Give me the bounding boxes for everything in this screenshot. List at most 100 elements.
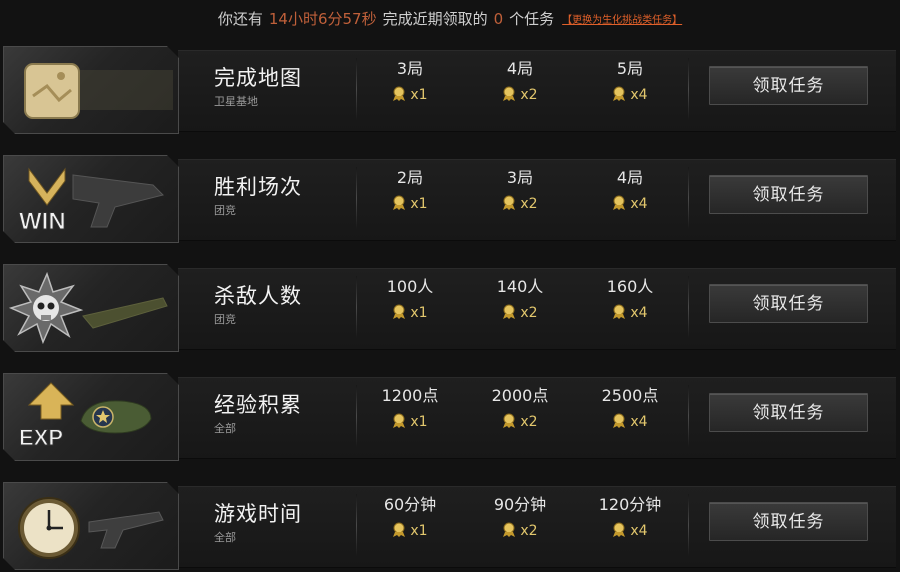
reward-multiplier: x1 [410, 196, 428, 212]
tier-requirement: 140人 [496, 277, 544, 296]
task-count: 0 [493, 10, 504, 28]
reward-multiplier: x4 [630, 87, 648, 103]
reward-tier: 160人 x4 [580, 276, 680, 322]
divider [356, 276, 357, 338]
reward-tier: 60分钟 x1 [360, 494, 460, 540]
divider [688, 58, 689, 120]
reward-tier: 4局 x2 [470, 58, 570, 104]
medal-icon [393, 86, 406, 101]
tier-requirement: 4局 [616, 168, 644, 187]
tier-requirement: 1200点 [381, 386, 439, 405]
mission-row: 游戏时间 全部 60分钟 x1 90分钟 x2 120分钟 x4 领取任务 [0, 482, 900, 572]
reward-multiplier: x2 [520, 305, 538, 321]
mission-row: EXP 经验积累 全部 1200点 x1 2000点 x2 2500点 x4 领… [0, 373, 900, 463]
mission-subtitle: 团竞 [214, 204, 236, 217]
reward-tier: 2局 x1 [360, 167, 460, 213]
mission-row: 完成地图 卫星基地 3局 x1 4局 x2 5局 x4 领取任务 [0, 46, 900, 136]
divider [688, 385, 689, 447]
divider [688, 494, 689, 556]
mission-row: WIN 胜利场次 团竞 2局 x1 3局 x2 4局 x4 领取任务 [0, 155, 900, 245]
tier-requirement: 120分钟 [598, 495, 662, 514]
reward-multiplier: x4 [630, 196, 648, 212]
mission-title: 杀敌人数 [214, 284, 302, 308]
mission-thumbnail: WIN [3, 155, 179, 243]
mission-title: 完成地图 [214, 66, 302, 90]
exp-label: EXP [19, 425, 63, 450]
mission-row: 杀敌人数 团竞 100人 x1 140人 x2 160人 x4 领取任务 [0, 264, 900, 354]
map-icon [24, 63, 173, 119]
reward-tier: 4局 x4 [580, 167, 680, 213]
reward-multiplier: x1 [410, 305, 428, 321]
reward-tier: 90分钟 x2 [470, 494, 570, 540]
mission-title: 游戏时间 [214, 502, 302, 526]
reward-tier: 2500点 x4 [580, 385, 680, 431]
mission-subtitle: 全部 [214, 422, 236, 435]
divider [688, 276, 689, 338]
medal-icon [613, 413, 626, 428]
reward-tier: 120分钟 x4 [580, 494, 680, 540]
divider [688, 167, 689, 229]
reward-multiplier: x2 [520, 196, 538, 212]
reward-multiplier: x2 [520, 87, 538, 103]
reward-tier: 5局 x4 [580, 58, 680, 104]
tier-requirement: 100人 [386, 277, 434, 296]
mission-thumbnail [3, 482, 179, 570]
divider [356, 385, 357, 447]
medal-icon [503, 304, 516, 319]
medal-icon [503, 86, 516, 101]
status-middle: 完成近期领取的 [382, 10, 488, 28]
reward-multiplier: x1 [410, 523, 428, 539]
tier-requirement: 160人 [606, 277, 654, 296]
tier-requirement: 3局 [506, 168, 534, 187]
tier-requirement: 60分钟 [383, 495, 437, 514]
reward-multiplier: x2 [520, 523, 538, 539]
reward-multiplier: x4 [630, 305, 648, 321]
reward-tier: 3局 x2 [470, 167, 570, 213]
win-icon: WIN [19, 167, 164, 236]
medal-icon [613, 86, 626, 101]
medal-icon [613, 522, 626, 537]
claim-mission-button[interactable]: 领取任务 [709, 66, 868, 105]
clock-icon [18, 497, 164, 559]
status-suffix: 个任务 [509, 10, 555, 28]
mission-title: 胜利场次 [214, 175, 302, 199]
time-remaining: 14小时6分57秒 [268, 10, 377, 28]
win-label: WIN [19, 208, 66, 235]
medal-icon [393, 304, 406, 319]
medal-icon [503, 195, 516, 210]
tier-requirement: 90分钟 [493, 495, 547, 514]
reward-multiplier: x1 [410, 87, 428, 103]
mission-subtitle: 卫星基地 [214, 95, 258, 108]
mission-status-bar: 你还有 14小时6分57秒 完成近期领取的 0 个任务 【更换为生化挑战类任务】 [0, 0, 900, 38]
medal-icon [393, 195, 406, 210]
tier-requirement: 2000点 [491, 386, 549, 405]
medal-icon [503, 522, 516, 537]
mission-thumbnail: EXP [3, 373, 179, 461]
claim-mission-button[interactable]: 领取任务 [709, 175, 868, 214]
tier-requirement: 2500点 [601, 386, 659, 405]
reward-tier: 140人 x2 [470, 276, 570, 322]
reward-multiplier: x2 [520, 414, 538, 430]
reward-tier: 2000点 x2 [470, 385, 570, 431]
tier-requirement: 5局 [616, 59, 644, 78]
switch-mission-type-link[interactable]: 【更换为生化挑战类任务】 [562, 15, 682, 26]
medal-icon [393, 522, 406, 537]
tier-requirement: 3局 [396, 59, 424, 78]
claim-mission-button[interactable]: 领取任务 [709, 502, 868, 541]
divider [356, 494, 357, 556]
mission-subtitle: 全部 [214, 531, 236, 544]
skull-icon [8, 271, 168, 345]
exp-icon: EXP [19, 382, 152, 451]
mission-subtitle: 团竞 [214, 313, 236, 326]
claim-mission-button[interactable]: 领取任务 [709, 393, 868, 432]
tier-requirement: 4局 [506, 59, 534, 78]
reward-multiplier: x4 [630, 414, 648, 430]
mission-thumbnail [3, 264, 179, 352]
divider [356, 167, 357, 229]
reward-tier: 3局 x1 [360, 58, 460, 104]
claim-mission-button[interactable]: 领取任务 [709, 284, 868, 323]
medal-icon [503, 413, 516, 428]
medal-icon [393, 413, 406, 428]
medal-icon [613, 195, 626, 210]
status-prefix: 你还有 [217, 10, 263, 28]
